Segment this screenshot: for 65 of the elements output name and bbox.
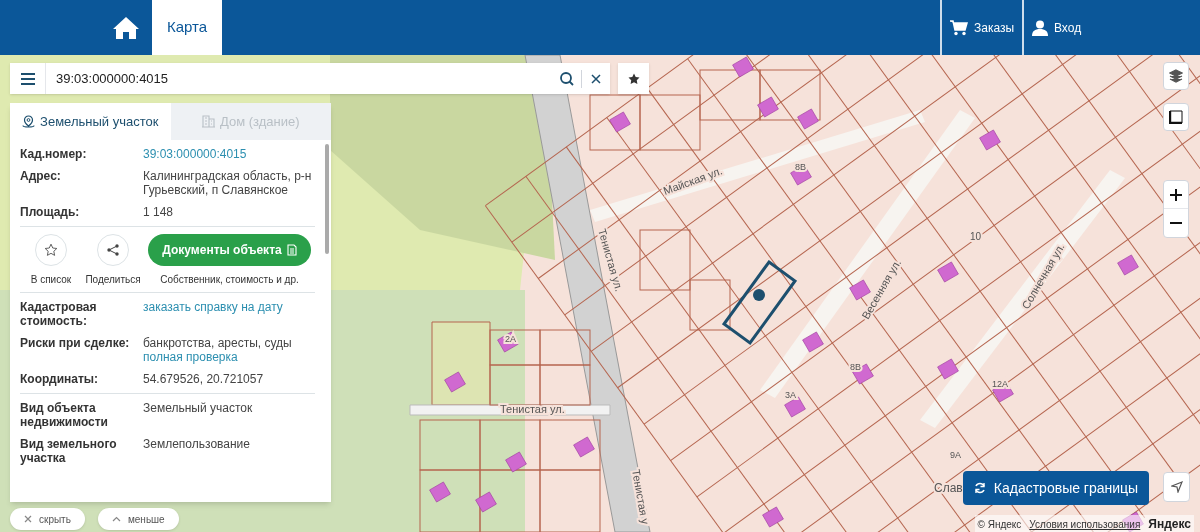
nav-tab[interactable]: Карта: [152, 0, 223, 55]
hide-button[interactable]: скрыть: [10, 508, 85, 530]
field-value: 54.679526, 20.721057: [143, 372, 265, 386]
field-link[interactable]: заказать справку на дату: [143, 300, 315, 314]
minus-icon: [1170, 221, 1182, 225]
cart-icon: [950, 19, 968, 36]
selected-parcel-marker[interactable]: [721, 259, 798, 346]
plus-icon: [1170, 188, 1182, 201]
document-icon: [286, 244, 297, 256]
scrollbar[interactable]: [325, 144, 329, 254]
field-value: Калининградская область, р-н Гурьевский, п Славянское: [143, 169, 313, 197]
field-label: Адрес:: [20, 169, 62, 185]
ruler-icon: [1169, 110, 1183, 124]
layers-icon: [1169, 69, 1183, 83]
building-icon: [201, 115, 215, 128]
field-label: Площадь:: [20, 205, 81, 219]
search-field[interactable]: 39:03:000000:4015: [10, 63, 610, 94]
field-label: Вид объекта недвижимости: [20, 401, 109, 429]
house-number: 2А: [505, 334, 516, 344]
layers-button[interactable]: [1163, 62, 1189, 90]
close-icon: [591, 73, 601, 84]
street-label: Тенистая у: [630, 468, 652, 525]
map-pin-icon: [22, 114, 36, 129]
field-link[interactable]: 39:03:000000:4015: [143, 147, 315, 161]
house-number: 9А: [950, 450, 961, 460]
search-input[interactable]: 39:03:000000:4015: [46, 63, 553, 94]
field-label: Координаты:: [20, 372, 100, 386]
cadastral-borders-button[interactable]: Кадастровые границы: [963, 471, 1149, 505]
documents-caption: Собственник, стоимость и др.: [160, 273, 299, 287]
search-icon: [560, 71, 574, 86]
star-icon: [627, 72, 640, 85]
star-icon: [44, 243, 58, 257]
close-icon: [24, 515, 32, 523]
share-icon: [107, 244, 119, 256]
action-label: Поделиться: [85, 273, 141, 287]
field-value: Земельный участок: [143, 401, 254, 415]
field-value: 1 148: [143, 205, 175, 219]
field-link[interactable]: полная проверка: [143, 350, 315, 364]
home-icon: [112, 15, 140, 40]
refresh-icon: [973, 482, 986, 494]
orders-link[interactable]: Заказы: [940, 0, 1022, 55]
action-label: В список: [30, 273, 72, 287]
field-label: Вид земельного участка: [20, 437, 118, 465]
favorites-button[interactable]: [618, 63, 649, 94]
street-label: Тенистая ул.: [500, 403, 565, 415]
field-label: Риски при сделке:: [20, 336, 131, 352]
geolocation-button[interactable]: [1163, 472, 1190, 502]
collapse-button[interactable]: меньше: [97, 508, 179, 530]
field-label: Кадастровая стоимость:: [20, 300, 98, 328]
street-label: Тенистая ул.: [596, 227, 626, 293]
menu-icon: [20, 72, 35, 85]
terms-link[interactable]: Условия использования: [1029, 516, 1141, 532]
house-number: 3А: [785, 390, 796, 400]
navigation-arrow-icon: [1170, 481, 1183, 493]
house-number: 10: [970, 231, 982, 242]
ruler-button[interactable]: [1163, 103, 1189, 131]
field-value: банкротства, аресты, суды: [143, 336, 293, 350]
user-icon: [1032, 19, 1048, 36]
copyright-text: © Яндекс: [977, 517, 1022, 532]
field-value: Землепользование: [143, 437, 251, 451]
caret-icon: [111, 516, 121, 522]
login-link[interactable]: Вход: [1022, 0, 1200, 55]
yandex-logo: Яндекс: [1148, 516, 1191, 532]
panel-tab[interactable]: Земельный участок: [10, 103, 171, 140]
field-label: Кад.номер:: [20, 147, 88, 161]
